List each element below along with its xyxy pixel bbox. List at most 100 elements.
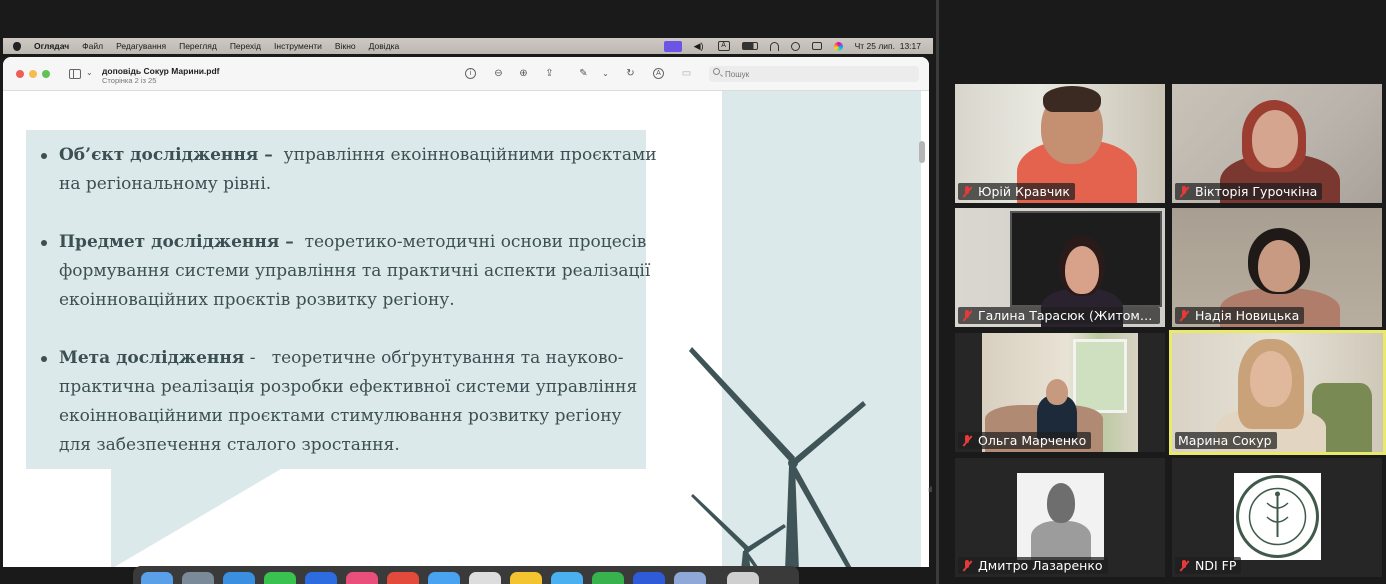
- person-head: [1047, 483, 1075, 523]
- search-input[interactable]: [725, 67, 905, 81]
- apple-icon[interactable]: [13, 41, 21, 51]
- bullet-dot-icon: [41, 240, 47, 246]
- markup-pen-icon[interactable]: ✎: [578, 68, 589, 79]
- bullet-line: екоінноваційними проєктами стимулювання …: [59, 406, 622, 426]
- mic-muted-icon: [961, 185, 973, 198]
- share-icon[interactable]: ⇪: [544, 68, 555, 79]
- dock-preview-icon[interactable]: [674, 572, 706, 584]
- participant-name-bar: Надія Новицька: [1175, 307, 1305, 324]
- person-head: [1250, 351, 1292, 407]
- mic-muted-icon: [961, 434, 973, 447]
- dock-photos-icon[interactable]: [346, 572, 378, 584]
- chevron-down-icon[interactable]: ⌄: [86, 68, 93, 77]
- wifi-icon[interactable]: [769, 41, 779, 51]
- person-head: [1252, 110, 1298, 168]
- preview-toolbar: ⌄ доповідь Сокур Марини.pdf Сторінка 2 і…: [3, 57, 929, 91]
- dock-mail-icon[interactable]: [305, 572, 337, 584]
- vertical-scrollbar[interactable]: [919, 141, 925, 163]
- menu-go[interactable]: Перехід: [230, 41, 261, 51]
- bullet-line: управління екоінноваційними проєктами: [283, 145, 657, 165]
- menu-view[interactable]: Перегляд: [179, 41, 217, 51]
- slide-speech-tail: [111, 469, 281, 567]
- bullet-line: практична реалізація розробки ефективної…: [59, 377, 638, 397]
- participant-name-bar: Ольга Марченко: [958, 432, 1092, 449]
- minimize-window-button[interactable]: [29, 70, 37, 78]
- markup-icon[interactable]: A: [653, 68, 664, 79]
- form-fill-icon[interactable]: ▭: [681, 68, 692, 79]
- dock-messages-icon[interactable]: [264, 572, 296, 584]
- menu-app-name[interactable]: Оглядач: [34, 41, 69, 51]
- bullet-line: для забезпечення сталого зростання.: [59, 435, 400, 455]
- bullet-term: Мета дослідження: [59, 348, 245, 368]
- participant-name: Дмитро Лазаренко: [978, 558, 1103, 573]
- info-icon[interactable]: i: [465, 68, 476, 79]
- participant-tile[interactable]: Надія Новицька: [1172, 208, 1382, 327]
- zoom-out-icon[interactable]: ⊖: [493, 68, 504, 79]
- document-title: доповідь Сокур Марини.pdf: [102, 66, 220, 76]
- participant-tile-active-speaker[interactable]: Марина Сокур: [1169, 330, 1386, 455]
- screen-share-icon[interactable]: [663, 40, 682, 52]
- zoom-window-button[interactable]: [42, 70, 50, 78]
- menu-clock[interactable]: Чт 25 лип. 13:17: [855, 41, 921, 51]
- menu-window[interactable]: Вікно: [335, 41, 356, 51]
- zoom-in-icon[interactable]: ⊕: [518, 68, 529, 79]
- bullet-dot-icon: [41, 153, 47, 159]
- slide-page: Об’єкт дослідження – управління екоіннов…: [9, 91, 921, 567]
- dock-safari-icon[interactable]: [223, 572, 255, 584]
- participant-name-bar: Юрій Кравчик: [958, 183, 1075, 200]
- institute-seal-icon: [1236, 475, 1319, 558]
- volume-icon[interactable]: ◀): [694, 42, 706, 51]
- bullet-subject: Предмет дослідження – теоретико-методичн…: [41, 228, 650, 315]
- participant-name: Надія Новицька: [1195, 308, 1300, 323]
- menu-tools[interactable]: Інструменти: [274, 41, 322, 51]
- dock-notes-icon[interactable]: [510, 572, 542, 584]
- bullet-term: Предмет дослідження –: [59, 232, 294, 252]
- dock-facetime-icon[interactable]: [592, 572, 624, 584]
- dock-appstore-icon[interactable]: [428, 572, 460, 584]
- bullet-line: теоретичне обґрунтування та науково-: [271, 348, 624, 368]
- dock-zoom-icon[interactable]: [551, 572, 583, 584]
- participant-tile[interactable]: Галина Тарасюк (Житомир...: [955, 208, 1165, 327]
- bullet-line: на регіональному рівні.: [59, 174, 272, 194]
- input-source-icon[interactable]: A: [717, 41, 730, 51]
- menu-edit[interactable]: Редагування: [116, 41, 166, 51]
- mac-menu-bar: Оглядач Файл Редагування Перегляд Перехі…: [3, 38, 933, 54]
- shared-screen: Оглядач Файл Редагування Перегляд Перехі…: [0, 0, 938, 584]
- person-head: [1046, 379, 1068, 405]
- mic-muted-icon: [1178, 185, 1190, 198]
- dock-trash-icon[interactable]: [727, 572, 759, 584]
- bullet-term: Об’єкт дослідження –: [59, 145, 273, 165]
- battery-icon[interactable]: [741, 42, 758, 50]
- mic-muted-icon: [1178, 559, 1190, 572]
- window: [1073, 339, 1127, 413]
- dock-finder-icon[interactable]: [141, 572, 173, 584]
- search-box[interactable]: [709, 66, 919, 82]
- menu-file[interactable]: Файл: [82, 41, 103, 51]
- rotate-icon[interactable]: ↻: [625, 68, 636, 79]
- participant-name: Ольга Марченко: [978, 433, 1087, 448]
- participant-tile[interactable]: Ольга Марченко: [955, 333, 1165, 452]
- mac-dock: [133, 566, 799, 584]
- dock-calendar-icon[interactable]: [387, 572, 419, 584]
- control-center-icon[interactable]: [811, 42, 822, 50]
- person-shoulders: [1031, 521, 1091, 560]
- chevron-down-icon[interactable]: ⌄: [600, 68, 611, 79]
- participant-tile[interactable]: Дмитро Лазаренко: [955, 458, 1165, 577]
- pdf-page-canvas[interactable]: Об’єкт дослідження – управління екоіннов…: [3, 91, 929, 567]
- siri-icon[interactable]: [833, 41, 843, 51]
- participant-name-bar: NDI FP: [1175, 557, 1242, 574]
- edge-mark: ıl: [928, 486, 932, 494]
- dock-launchpad-icon[interactable]: [182, 572, 214, 584]
- participant-tile[interactable]: Вікторія Гурочкіна: [1172, 84, 1382, 203]
- close-window-button[interactable]: [16, 70, 24, 78]
- participant-tile[interactable]: NDI FP: [1172, 458, 1382, 577]
- panel-divider[interactable]: [936, 0, 939, 584]
- participant-tile[interactable]: Юрій Кравчик: [955, 84, 1165, 203]
- menu-help[interactable]: Довідка: [369, 41, 400, 51]
- bullet-object: Об’єкт дослідження – управління екоіннов…: [41, 141, 657, 199]
- search-icon: [713, 68, 720, 75]
- dock-word-icon[interactable]: [633, 572, 665, 584]
- sidebar-toggle-icon[interactable]: [69, 69, 81, 79]
- dock-settings-icon[interactable]: [469, 572, 501, 584]
- spotlight-icon[interactable]: [790, 41, 800, 51]
